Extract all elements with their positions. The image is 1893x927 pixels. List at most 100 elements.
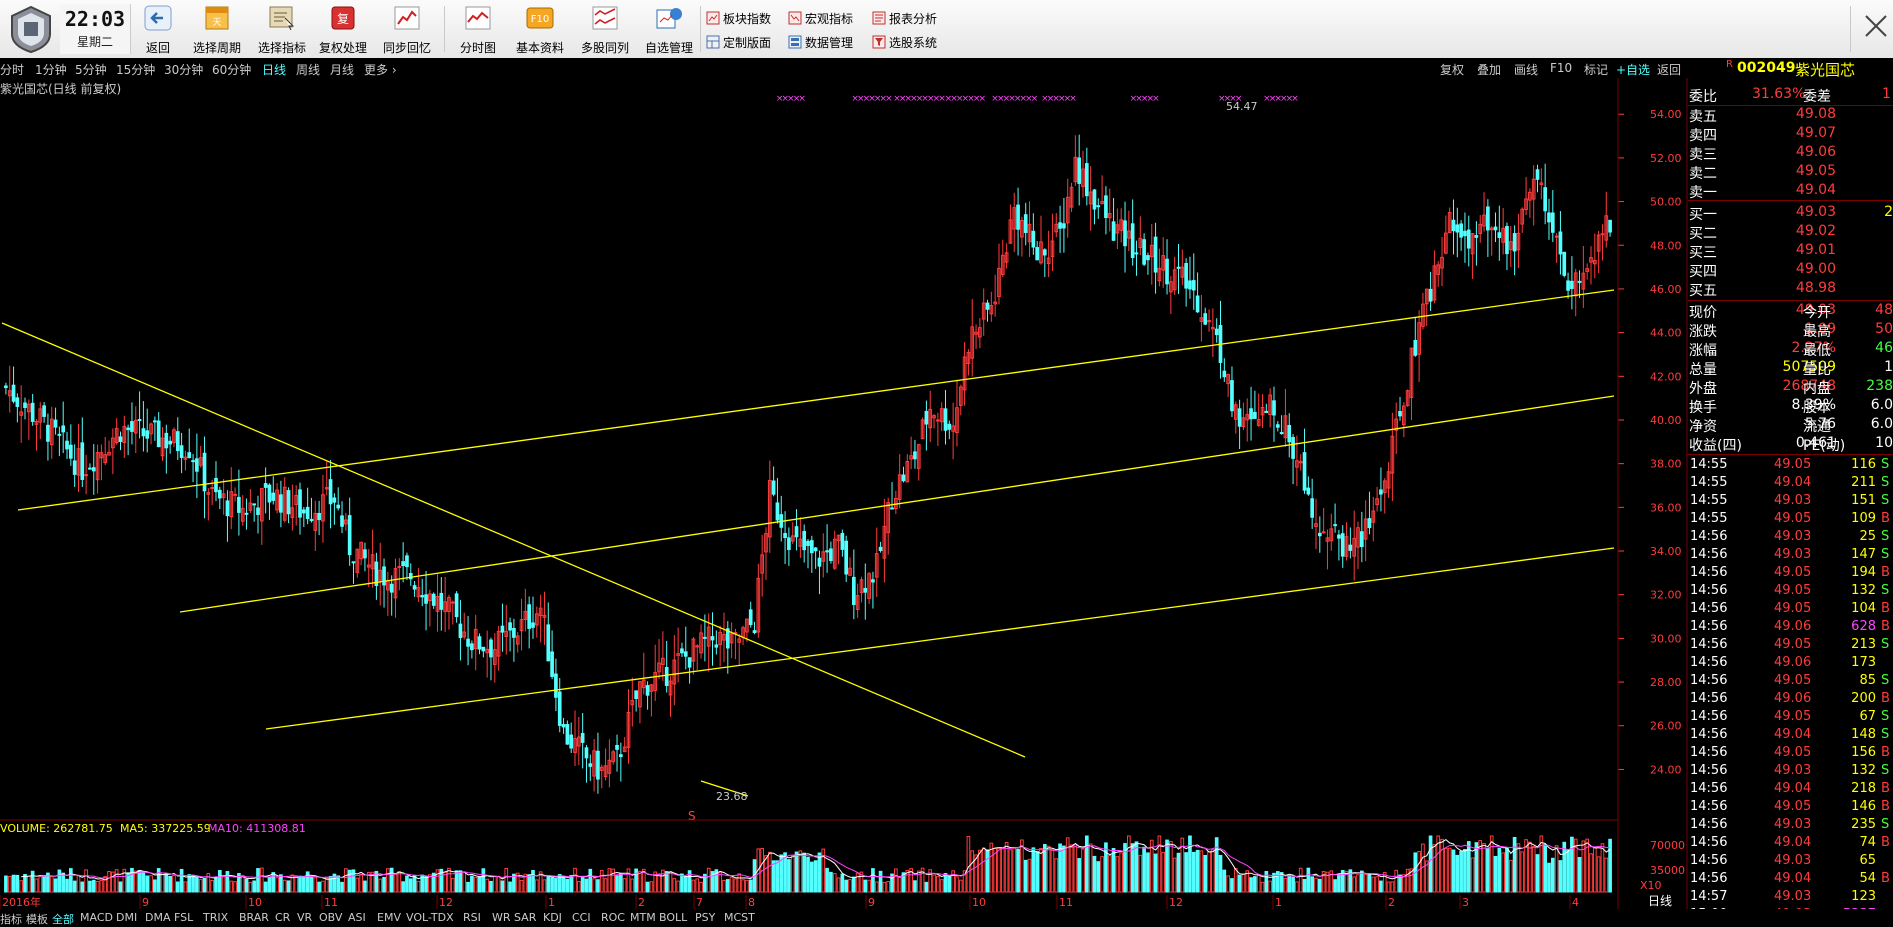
trade-time: 14:56 xyxy=(1690,709,1728,724)
volume-bar xyxy=(19,880,24,893)
trend-line[interactable] xyxy=(179,395,1615,613)
stat-row-label: 净资 xyxy=(1689,419,1717,435)
tool-back[interactable]: 返回 xyxy=(1657,61,1681,78)
volume-bar xyxy=(65,878,69,893)
back-button[interactable]: 返回 xyxy=(140,4,176,56)
candle-body xyxy=(714,644,719,648)
custom-layout-button[interactable]: 定制版面 xyxy=(706,32,771,52)
select-period-button[interactable]: 天 选择周期 xyxy=(188,4,246,56)
indicator-tab[interactable]: RSI xyxy=(463,911,481,924)
watchlist-manage-button[interactable]: 自选管理 xyxy=(642,4,696,56)
indicator-tab[interactable]: VR xyxy=(297,911,312,924)
indicator-tab[interactable]: OBV xyxy=(319,911,342,924)
indicator-tab[interactable]: MTM xyxy=(630,911,656,924)
trend-line[interactable] xyxy=(17,289,1615,511)
volume-bar xyxy=(767,851,772,893)
indicator-tab[interactable]: WR xyxy=(492,911,511,924)
macro-indicator-button[interactable]: 宏观指标 xyxy=(788,8,853,28)
candle-body xyxy=(1023,214,1028,233)
candle-body xyxy=(1463,230,1467,237)
trade-side: S xyxy=(1881,763,1890,778)
indicator-tab[interactable]: ASI xyxy=(348,911,366,924)
multi-stock-button[interactable]: 多股同列 xyxy=(578,4,632,56)
stat-row-label: 现价 xyxy=(1689,305,1717,321)
tab-intraday[interactable]: 分时 xyxy=(0,61,24,78)
intraday-chart-button[interactable]: 分时图 xyxy=(456,4,500,56)
sector-index-button[interactable]: 板块指数 xyxy=(706,8,771,28)
indicator-tab[interactable]: FSL xyxy=(174,911,193,924)
trade-volume: 218 xyxy=(1851,781,1876,796)
indicator-tab[interactable]: SAR xyxy=(514,911,536,924)
kline-chart[interactable]: ××××× ××××××× ×××××××××××××××× ×××××××× ××××… xyxy=(0,78,1893,909)
tool-overlay[interactable]: 叠加 xyxy=(1477,61,1501,78)
trade-row: 14:56 49.04 74 B xyxy=(1688,834,1893,852)
indicator-tab[interactable]: PSY xyxy=(695,911,715,924)
indicator-tab[interactable]: KDJ xyxy=(543,911,562,924)
tab-1min[interactable]: 1分钟 xyxy=(35,61,67,78)
volume-bar xyxy=(1291,876,1295,893)
indicator-tab[interactable]: BOLL xyxy=(659,911,687,924)
volume-bar xyxy=(1172,857,1177,893)
adjust-price-button[interactable]: 复 复权处理 xyxy=(318,4,368,56)
clock-weekday: 星期二 xyxy=(76,35,113,49)
trade-time: 14:56 xyxy=(1690,835,1728,850)
indicator-tab[interactable]: BRAR xyxy=(239,911,269,924)
indicator-tab[interactable]: DMA xyxy=(145,911,171,924)
candle-body xyxy=(1058,222,1062,229)
tool-adjust[interactable]: 复权 xyxy=(1440,61,1464,78)
volume-bar xyxy=(1455,854,1460,893)
indicator-tab[interactable]: MACD xyxy=(80,911,113,924)
indicator-tab[interactable]: VOL-TDX xyxy=(406,911,454,924)
tab-monthly[interactable]: 月线 xyxy=(330,61,354,78)
tab-weekly[interactable]: 周线 xyxy=(296,61,320,78)
candle-body xyxy=(1253,411,1257,419)
tab-daily[interactable]: 日线 xyxy=(262,61,286,78)
f10-info-button[interactable]: F10 基本资料 xyxy=(514,4,566,56)
tab-more[interactable]: 更多 › xyxy=(364,61,397,78)
candle-body xyxy=(840,532,845,550)
tool-mark[interactable]: 标记 xyxy=(1584,61,1608,78)
trade-side: B xyxy=(1881,781,1890,796)
indicator-tab[interactable]: DMI xyxy=(116,911,137,924)
indicator-tab[interactable]: 模板 xyxy=(26,911,48,927)
select-indicator-button[interactable]: 选择指标 xyxy=(253,4,311,56)
indicator-tab[interactable]: CCI xyxy=(572,911,591,924)
select-period-label: 选择周期 xyxy=(192,41,241,55)
tab-15min[interactable]: 15分钟 xyxy=(116,61,155,78)
report-analysis-button[interactable]: 报表分析 xyxy=(872,8,937,28)
volume-bar xyxy=(473,876,478,893)
tool-add-watchlist[interactable]: +自选 xyxy=(1616,61,1650,78)
indicator-tab[interactable]: ROC xyxy=(601,911,625,924)
volume-bar xyxy=(531,870,535,893)
trade-price: 49.05 xyxy=(1774,565,1812,580)
indicator-tab[interactable]: TRIX xyxy=(203,911,228,924)
trade-volume: 148 xyxy=(1851,727,1876,742)
volume-bar xyxy=(1088,843,1093,893)
volume-bar xyxy=(851,876,856,893)
sync-recall-button[interactable]: 同步回忆 xyxy=(379,4,435,56)
tool-f10[interactable]: F10 xyxy=(1550,61,1572,75)
candle-body xyxy=(1062,223,1066,229)
stock-screener-button[interactable]: 选股系统 xyxy=(872,32,937,52)
volume-bar xyxy=(790,855,795,893)
data-manage-button[interactable]: 数据管理 xyxy=(788,32,853,52)
volume-bar xyxy=(462,871,467,893)
volume-bar xyxy=(1062,845,1066,893)
tool-draw-line[interactable]: 画线 xyxy=(1514,61,1538,78)
trend-line[interactable] xyxy=(1,322,1026,758)
volume-bar xyxy=(863,879,868,893)
indicator-tab[interactable]: 全部 xyxy=(52,911,74,927)
indicator-tab[interactable]: CR xyxy=(275,911,290,924)
candle-body xyxy=(1291,437,1295,459)
candle-body xyxy=(263,483,268,488)
volume-bar xyxy=(504,867,509,893)
tab-60min[interactable]: 60分钟 xyxy=(212,61,251,78)
tab-5min[interactable]: 5分钟 xyxy=(75,61,107,78)
price-tick: 46.00 xyxy=(1650,283,1682,296)
indicator-tab[interactable]: MCST xyxy=(724,911,755,924)
tab-30min[interactable]: 30分钟 xyxy=(164,61,203,78)
window-control-icon[interactable] xyxy=(1862,12,1890,40)
volume-bar xyxy=(718,872,722,893)
indicator-tab[interactable]: 指标 xyxy=(0,911,22,927)
indicator-tab[interactable]: EMV xyxy=(377,911,401,924)
